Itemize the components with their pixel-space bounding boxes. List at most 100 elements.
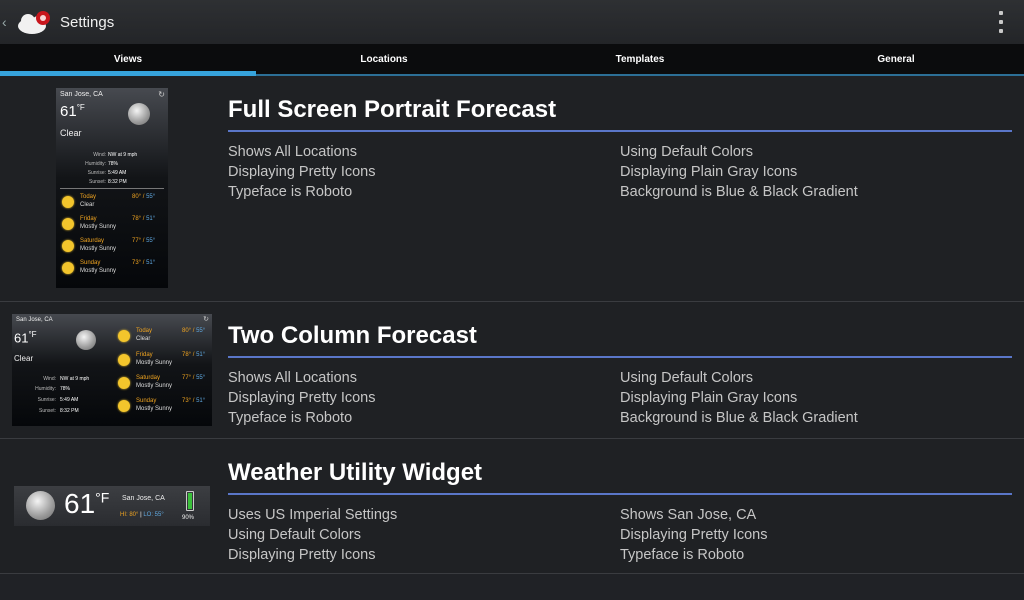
preview-temp: 61°F — [14, 330, 37, 346]
refresh-icon: ↻ — [203, 316, 209, 323]
app-cloud-icon[interactable] — [12, 7, 56, 37]
tab-general[interactable]: General — [768, 44, 1024, 74]
wind-value: NW at 9 mph — [108, 152, 138, 158]
sunrise-label: Sunrise: — [37, 397, 56, 403]
forecast-desc: Mostly Sunny — [136, 406, 173, 412]
view-title: Weather Utility Widget — [228, 459, 1012, 495]
forecast-desc: Mostly Sunny — [136, 360, 173, 366]
tab-bar: Views Locations Templates General — [0, 44, 1024, 76]
sun-icon — [62, 196, 74, 208]
view-property: Using Default Colors — [228, 527, 361, 543]
view-property: Typeface is Roboto — [620, 547, 745, 563]
forecast-day: Saturday — [136, 375, 161, 381]
view-property: Displaying Plain Gray Icons — [620, 164, 798, 180]
moon-icon — [128, 103, 150, 125]
humidity-label: Humidity: — [85, 161, 106, 167]
view-property: Displaying Pretty Icons — [620, 527, 768, 543]
sunset-value: 8:32 PM — [60, 408, 79, 414]
moon-icon — [26, 491, 55, 520]
view-properties: Shows All Locations Using Default Colors… — [228, 142, 1012, 202]
preview-divider — [60, 188, 164, 189]
view-property: Using Default Colors — [620, 370, 753, 386]
view-property: Displaying Pretty Icons — [228, 164, 376, 180]
view-property: Typeface is Roboto — [228, 410, 353, 426]
wind-label: Wind: — [93, 152, 106, 158]
sunrise-label: Sunrise: — [87, 170, 106, 176]
forecast-temps: 80° / 55° — [132, 194, 156, 200]
sunset-label: Sunset: — [89, 179, 106, 185]
tab-templates[interactable]: Templates — [512, 44, 768, 74]
view-row-portrait[interactable]: San Jose, CA ↻ 61°F Clear Wind: NW at 9 … — [0, 76, 1024, 302]
forecast-day: Friday — [136, 352, 153, 358]
forecast-temps: 80° / 55° — [182, 328, 206, 334]
view-property: Uses US Imperial Settings — [228, 507, 398, 523]
wind-label: Wind: — [43, 376, 56, 382]
humidity-value: 78% — [108, 161, 119, 167]
view-title: Two Column Forecast — [228, 322, 1012, 358]
views-list: San Jose, CA ↻ 61°F Clear Wind: NW at 9 … — [0, 76, 1024, 574]
refresh-icon: ↻ — [158, 90, 165, 99]
partly-sunny-icon — [62, 240, 74, 252]
wind-value: NW at 9 mph — [60, 376, 90, 382]
forecast-desc: Clear — [136, 336, 151, 342]
sunrise-value: 5:49 AM — [60, 397, 79, 403]
sunset-label: Sunset: — [39, 408, 56, 414]
partly-sunny-icon — [62, 218, 74, 230]
preview-location: San Jose, CA — [60, 91, 103, 98]
forecast-day: Today — [80, 194, 97, 200]
preview-condition: Clear — [14, 354, 34, 363]
view-property: Background is Blue & Black Gradient — [620, 410, 858, 426]
forecast-desc: Mostly Sunny — [80, 268, 117, 274]
view-property: Background is Blue & Black Gradient — [620, 184, 858, 200]
forecast-desc: Mostly Sunny — [136, 383, 173, 389]
forecast-temps: 78° / 51° — [182, 352, 206, 358]
battery-percent: 90% — [182, 515, 195, 521]
tab-locations[interactable]: Locations — [256, 44, 512, 74]
app-title: Settings — [60, 13, 115, 31]
sun-icon — [118, 330, 130, 342]
forecast-desc: Clear — [80, 202, 95, 208]
partly-sunny-icon — [62, 262, 74, 274]
forecast-desc: Mostly Sunny — [80, 246, 117, 252]
widget-location: San Jose, CA — [122, 495, 165, 502]
view-property: Displaying Plain Gray Icons — [620, 390, 798, 406]
view-info: Weather Utility Widget Uses US Imperial … — [228, 459, 1012, 565]
preview-condition: Clear — [60, 128, 82, 138]
forecast-day: Saturday — [80, 238, 105, 244]
action-bar: ‹ Settings — [0, 0, 1024, 44]
view-title: Full Screen Portrait Forecast — [228, 96, 1012, 132]
forecast-temps: 78° / 51° — [132, 216, 156, 222]
view-row-two-column[interactable]: San Jose, CA ↻ 61°F Clear Wind: NW at 9 … — [0, 302, 1024, 439]
view-property: Using Default Colors — [620, 144, 753, 160]
widget-temp: 61°F — [64, 488, 110, 519]
forecast-day: Friday — [80, 216, 97, 222]
preview-temp: 61°F — [60, 103, 85, 120]
humidity-label: Humidity: — [35, 386, 56, 392]
humidity-value: 78% — [60, 386, 71, 392]
view-property: Shows San Jose, CA — [620, 507, 757, 523]
view-row-utility-widget[interactable]: 61°F San Jose, CA HI: 80° | LO: 55° 90% … — [0, 439, 1024, 574]
view-property: Shows All Locations — [228, 370, 357, 386]
forecast-day: Today — [136, 328, 153, 334]
view-property: Displaying Pretty Icons — [228, 547, 376, 563]
up-caret-icon[interactable]: ‹ — [2, 14, 12, 30]
overflow-menu-icon[interactable] — [996, 11, 1006, 33]
partly-sunny-icon — [118, 377, 130, 389]
view-properties: Shows All Locations Using Default Colors… — [228, 368, 1012, 428]
widget-hi-lo: HI: 80° | LO: 55° — [120, 512, 164, 518]
partly-sunny-icon — [118, 354, 130, 366]
forecast-temps: 77° / 55° — [182, 375, 206, 381]
moon-icon — [76, 330, 96, 350]
utility-widget-preview: 61°F San Jose, CA HI: 80° | LO: 55° 90% — [14, 486, 210, 526]
forecast-temps: 77° / 55° — [132, 238, 156, 244]
tab-views[interactable]: Views — [0, 44, 256, 76]
view-property: Shows All Locations — [228, 144, 357, 160]
two-column-preview: San Jose, CA ↻ 61°F Clear Wind: NW at 9 … — [12, 314, 212, 426]
forecast-day: Sunday — [80, 260, 101, 266]
view-properties: Uses US Imperial Settings Shows San Jose… — [228, 505, 1012, 565]
portrait-preview: San Jose, CA ↻ 61°F Clear Wind: NW at 9 … — [56, 88, 168, 288]
partly-sunny-icon — [118, 400, 130, 412]
sunrise-value: 5:49 AM — [108, 170, 127, 176]
view-property: Typeface is Roboto — [228, 184, 353, 200]
sunset-value: 8:32 PM — [108, 179, 127, 185]
